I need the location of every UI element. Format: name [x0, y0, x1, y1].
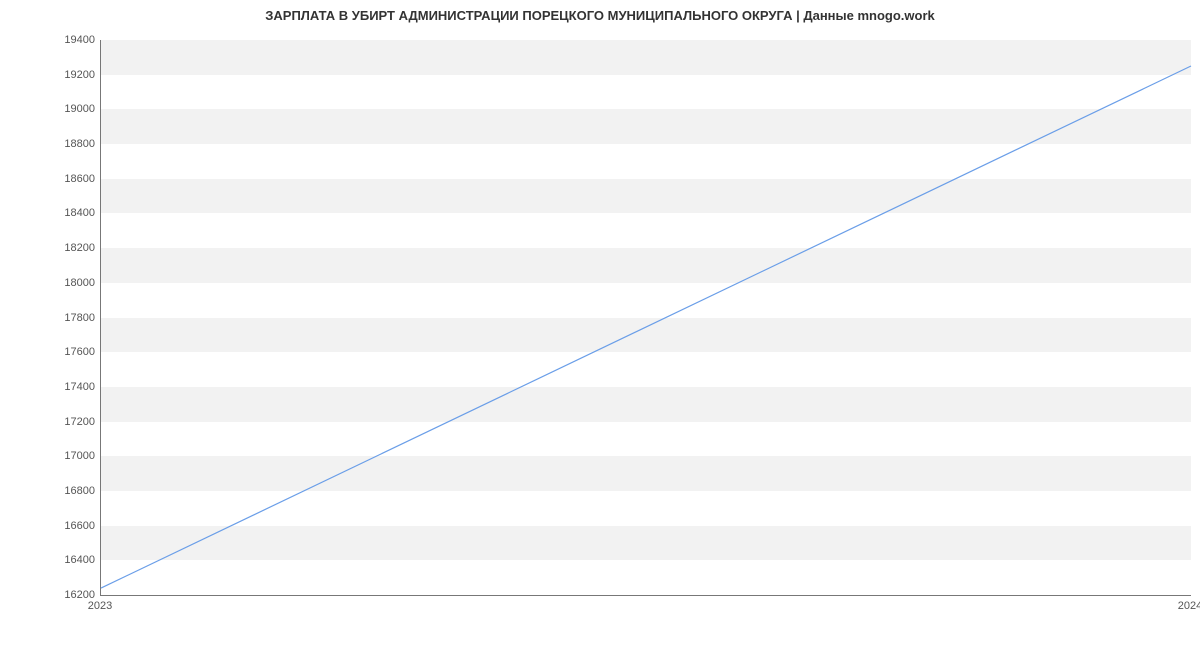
y-axis-tick-label: 16800 — [35, 485, 95, 497]
y-axis-tick-label: 19200 — [35, 69, 95, 81]
y-axis-tick-label: 17200 — [35, 416, 95, 428]
x-axis-tick-label: 2023 — [88, 600, 112, 612]
plot-area — [100, 40, 1191, 596]
y-axis-tick-label: 16600 — [35, 520, 95, 532]
salary-series-line — [101, 66, 1191, 588]
y-axis-tick-label: 16200 — [35, 589, 95, 601]
y-axis-tick-label: 18600 — [35, 173, 95, 185]
y-axis-tick-label: 16400 — [35, 554, 95, 566]
y-axis-tick-label: 18400 — [35, 207, 95, 219]
y-axis-tick-label: 17800 — [35, 312, 95, 324]
y-axis-tick-label: 19400 — [35, 34, 95, 46]
x-axis-tick-label: 2024 — [1178, 600, 1200, 612]
y-axis-tick-label: 18200 — [35, 242, 95, 254]
chart-container: ЗАРПЛАТА В УБИРТ АДМИНИСТРАЦИИ ПОРЕЦКОГО… — [0, 0, 1200, 650]
chart-title: ЗАРПЛАТА В УБИРТ АДМИНИСТРАЦИИ ПОРЕЦКОГО… — [0, 8, 1200, 23]
chart-line-svg — [101, 40, 1191, 595]
y-axis-tick-label: 18000 — [35, 277, 95, 289]
y-axis-tick-label: 17000 — [35, 450, 95, 462]
y-axis-tick-label: 18800 — [35, 138, 95, 150]
y-axis-tick-label: 19000 — [35, 103, 95, 115]
y-axis-tick-label: 17400 — [35, 381, 95, 393]
y-axis-tick-label: 17600 — [35, 346, 95, 358]
